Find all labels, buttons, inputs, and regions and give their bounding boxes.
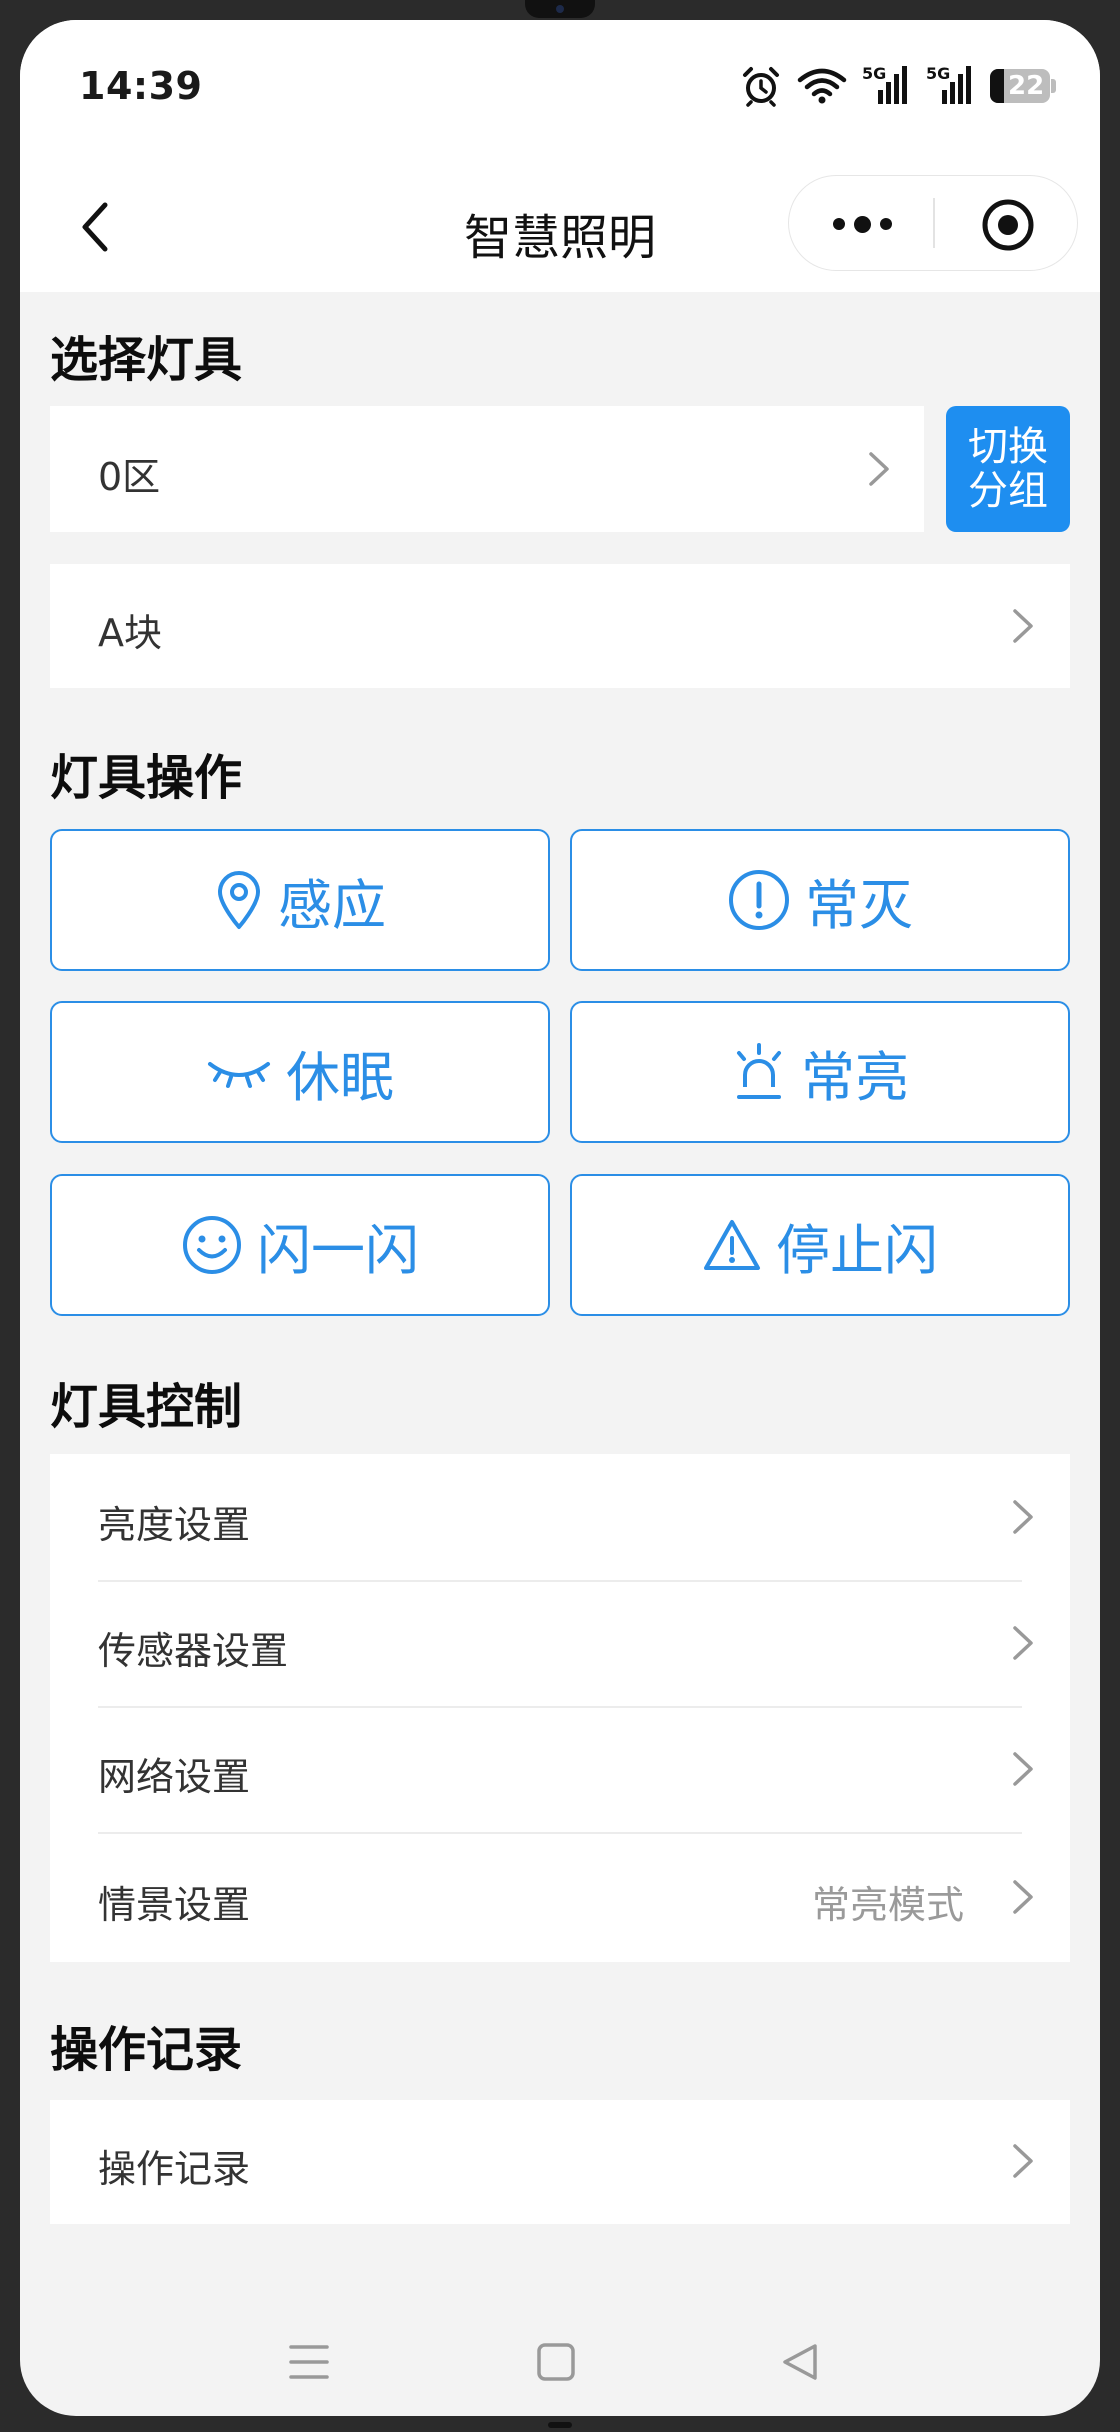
section-title-record: 操作记录	[50, 2022, 243, 2078]
location-icon	[218, 871, 260, 929]
light-alarm-icon	[737, 1043, 781, 1099]
signal-icon: 5G	[926, 64, 976, 108]
alarm-icon	[743, 67, 779, 107]
alert-circle-icon	[729, 870, 789, 930]
battery-icon: 22	[990, 69, 1056, 103]
sense-label: 感应	[278, 873, 386, 937]
nav-bar: 智慧照明	[20, 170, 1100, 292]
chevron-right-icon	[1013, 1752, 1033, 1786]
block-selector[interactable]: A块	[50, 564, 1070, 688]
chevron-right-icon	[1013, 2144, 1033, 2178]
always-on-label: 常亮	[801, 1045, 909, 1109]
system-nav-bar	[20, 2290, 1100, 2416]
warning-icon	[704, 1220, 760, 1270]
target-icon[interactable]	[981, 198, 1035, 252]
capsule-divider	[933, 198, 935, 248]
list-item-sensor[interactable]: 传感器设置	[50, 1582, 1070, 1706]
switch-group-button[interactable]: 切换 分组	[946, 406, 1070, 532]
signal-icon: 5G	[862, 64, 912, 108]
stop-flash-button[interactable]: 停止闪	[570, 1174, 1070, 1316]
sleep-button[interactable]: 休眠	[50, 1001, 550, 1143]
more-icon-dot	[832, 218, 845, 230]
section-title-select: 选择灯具	[50, 332, 243, 388]
chevron-right-icon	[1013, 1880, 1033, 1914]
more-button[interactable]	[825, 200, 899, 248]
list-item-label: 网络设置	[98, 1755, 251, 1799]
home-icon[interactable]	[536, 2342, 576, 2382]
chevron-right-icon	[1013, 1626, 1033, 1660]
always-off-label: 常灭	[805, 873, 913, 937]
back-triangle-icon[interactable]	[780, 2342, 820, 2382]
list-item-label: 传感器设置	[98, 1629, 289, 1673]
section-title-control: 灯具控制	[50, 1379, 243, 1435]
switch-group-label-line1: 切换	[968, 424, 1048, 470]
chevron-right-icon	[1013, 609, 1033, 643]
flash-button[interactable]: 闪一闪	[50, 1174, 550, 1316]
front-camera	[525, 0, 595, 18]
sense-button[interactable]: 感应	[50, 829, 550, 971]
more-icon-dot	[879, 218, 892, 230]
smile-icon	[183, 1216, 241, 1274]
list-item-brightness[interactable]: 亮度设置	[50, 1454, 1070, 1580]
always-on-button[interactable]: 常亮	[570, 1001, 1070, 1143]
closed-eye-icon	[208, 1062, 270, 1088]
app-screen: 14:39 5G 5G 22 智慧照明 选择灯具 0区 切换 分组 A块 灯具操…	[20, 20, 1100, 2416]
section-title-operation: 灯具操作	[50, 750, 243, 806]
list-item-network[interactable]: 网络设置	[50, 1708, 1070, 1832]
zone-selector[interactable]: 0区	[50, 406, 924, 532]
block-value: A块	[98, 611, 162, 655]
status-time: 14:39	[79, 64, 203, 108]
list-item-label: 操作记录	[98, 2147, 251, 2191]
switch-group-label-line2: 分组	[968, 468, 1048, 514]
mini-program-capsule	[788, 175, 1078, 271]
wifi-icon	[797, 68, 847, 104]
zone-value: 0区	[98, 455, 161, 499]
status-bar: 14:39 5G 5G 22	[20, 20, 1100, 170]
flash-label: 闪一闪	[257, 1218, 419, 1282]
list-item-scene[interactable]: 情景设置 常亮模式	[50, 1834, 1070, 1962]
scene-mode-value: 常亮模式	[811, 1883, 964, 1927]
battery-level: 22	[1008, 71, 1045, 101]
chevron-right-icon	[869, 452, 889, 486]
sleep-label: 休眠	[286, 1045, 394, 1109]
status-icons: 5G 5G 22	[740, 64, 1056, 108]
more-icon-dot	[853, 215, 871, 233]
chevron-right-icon	[1013, 1500, 1033, 1534]
menu-icon[interactable]	[288, 2342, 330, 2382]
stop-flash-label: 停止闪	[776, 1218, 938, 1282]
bottom-notch	[548, 2422, 572, 2428]
list-item-label: 亮度设置	[98, 1503, 251, 1547]
always-off-button[interactable]: 常灭	[570, 829, 1070, 971]
control-list: 亮度设置 传感器设置 网络设置 情景设置 常亮模式	[50, 1454, 1070, 1962]
list-item-label: 情景设置	[98, 1883, 251, 1927]
list-item-records[interactable]: 操作记录	[50, 2100, 1070, 2224]
